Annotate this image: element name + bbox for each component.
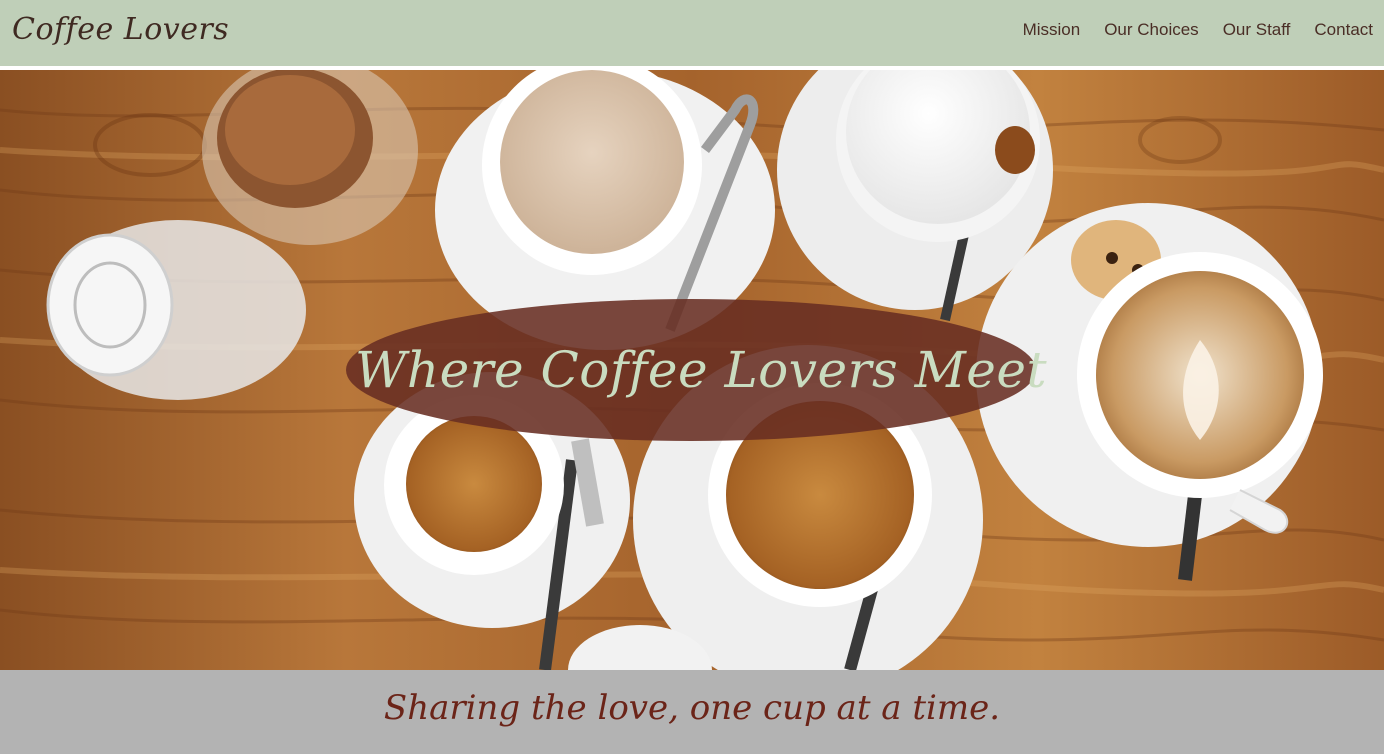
hero-banner: Where Coffee Lovers Meet xyxy=(346,299,1047,441)
tagline: Sharing the love, one cup at a time. xyxy=(383,688,1001,728)
nav-link-our-choices[interactable]: Our Choices xyxy=(1104,19,1198,41)
hero-title: Where Coffee Lovers Meet xyxy=(354,341,1048,399)
site-header: Coffee Lovers Mission Our Choices Our St… xyxy=(0,0,1384,68)
main-nav: Mission Our Choices Our Staff Contact xyxy=(1023,19,1373,41)
nav-link-mission[interactable]: Mission xyxy=(1023,19,1081,41)
page: Coffee Lovers Mission Our Choices Our St… xyxy=(0,0,1384,754)
hero-section: Where Coffee Lovers Meet xyxy=(0,70,1384,670)
tagline-bar: Sharing the love, one cup at a time. xyxy=(0,670,1384,754)
nav-link-contact[interactable]: Contact xyxy=(1314,19,1373,41)
nav-link-our-staff[interactable]: Our Staff xyxy=(1223,19,1291,41)
brand-logo[interactable]: Coffee Lovers xyxy=(12,8,229,52)
